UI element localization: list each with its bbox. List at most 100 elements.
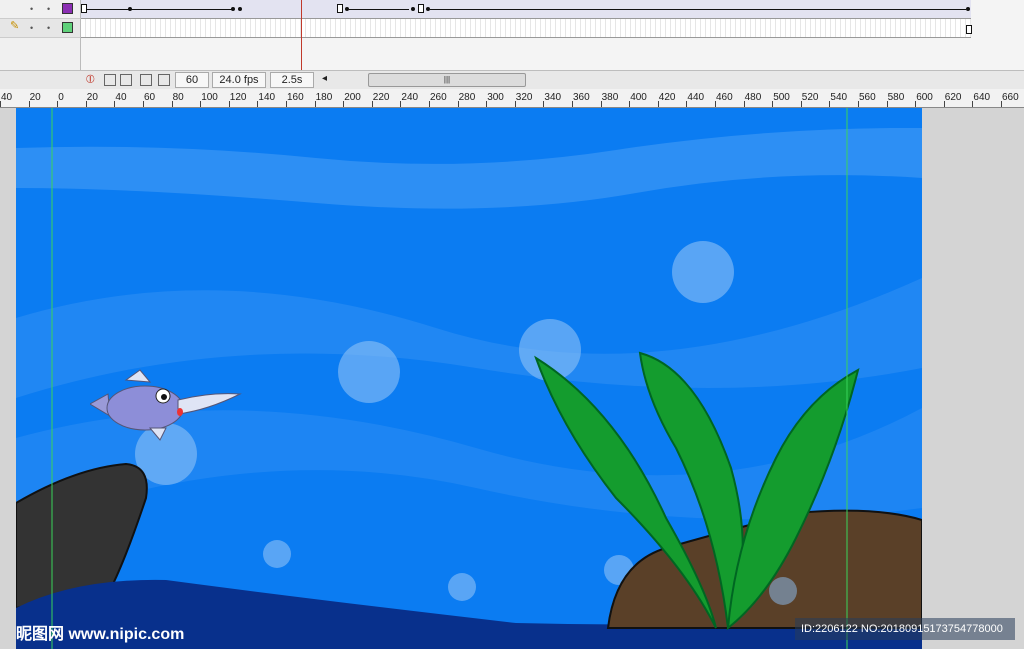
ruler-tick <box>829 101 831 107</box>
ruler-tick <box>228 101 230 107</box>
ruler-label: 40 <box>115 92 127 103</box>
ruler-label: 560 <box>859 92 876 103</box>
keyframe-icon <box>231 7 235 11</box>
ruler-label: 220 <box>372 92 390 103</box>
layer-row-1[interactable]: • • <box>0 0 80 19</box>
ruler-tick <box>886 101 888 107</box>
onion-markers-icon[interactable] <box>158 74 170 86</box>
keyframe-empty-icon <box>966 25 972 34</box>
ruler-tick <box>915 101 917 107</box>
ruler-label: 500 <box>773 92 790 103</box>
edit-frames-icon[interactable] <box>140 74 152 86</box>
playhead[interactable] <box>301 0 302 70</box>
ruler-tick <box>0 101 1 107</box>
ruler-label: 200 <box>344 92 361 103</box>
ruler-label: 600 <box>916 92 933 103</box>
current-frame-field[interactable]: 60 <box>175 72 209 88</box>
visibility-dot-icon[interactable]: • <box>30 5 33 14</box>
ruler-tick <box>657 101 659 107</box>
ruler-label: 320 <box>515 92 533 103</box>
ruler-tick <box>715 101 716 107</box>
ruler-label: 280 <box>458 92 476 103</box>
ruler-tick <box>200 101 202 107</box>
ruler-tick <box>57 101 59 107</box>
keyframe-icon <box>411 7 415 11</box>
ruler-tick <box>800 101 802 107</box>
ruler-tick <box>543 101 545 107</box>
keyframe-empty-icon <box>337 4 343 13</box>
horizontal-scrollbar[interactable]: ||| <box>368 73 526 87</box>
scroll-left-icon[interactable]: ◂ <box>322 73 327 84</box>
center-frame-icon[interactable]: ⦶ <box>86 72 95 87</box>
ruler-tick <box>257 101 259 107</box>
fish-character <box>90 369 242 441</box>
ruler-label: 640 <box>973 92 991 103</box>
layer-color-swatch[interactable] <box>62 3 73 14</box>
ruler-tick <box>858 101 859 107</box>
ruler-label: 120 <box>229 92 247 103</box>
layer-row-2[interactable]: ✎ • • <box>0 19 80 38</box>
lock-dot-icon[interactable]: • <box>47 24 50 33</box>
timeline-controls: ⦶ 60 24.0 fps 2.5s ◂ ||| <box>0 70 1024 89</box>
ruler-tick <box>28 101 30 107</box>
tween-line <box>430 9 966 10</box>
ruler-label: 580 <box>887 92 905 103</box>
ruler-label: 180 <box>315 92 333 103</box>
ruler-label: 20 <box>29 92 41 103</box>
visibility-dot-icon[interactable]: • <box>30 24 33 33</box>
keyframe-empty-icon <box>418 4 424 13</box>
ruler-label: 240 <box>401 92 419 103</box>
ruler-label: 260 <box>430 92 447 103</box>
stage-canvas[interactable] <box>16 108 922 649</box>
ruler-label: 620 <box>944 92 962 103</box>
elapsed-time-field[interactable]: 2.5s <box>270 72 314 88</box>
ruler-tick <box>85 101 87 107</box>
ruler-label: 80 <box>172 92 184 103</box>
ruler-label: 140 <box>258 92 276 103</box>
ruler-label: 540 <box>830 92 848 103</box>
ruler-label: 660 <box>1002 92 1019 103</box>
tween-line <box>87 9 232 10</box>
ruler-label: 360 <box>573 92 590 103</box>
frame-area[interactable] <box>81 0 1024 38</box>
ruler-label: 520 <box>801 92 819 103</box>
layer-color-swatch[interactable] <box>62 22 73 33</box>
keyframe-icon <box>966 7 970 11</box>
frame-row-2[interactable] <box>81 19 972 38</box>
ruler-label: 460 <box>716 92 733 103</box>
ruler-tick <box>514 101 516 107</box>
ruler-label: 160 <box>287 92 304 103</box>
ruler-tick <box>943 101 945 107</box>
ruler-tick <box>143 101 144 107</box>
ruler-tick <box>286 101 287 107</box>
ruler-tick <box>114 101 116 107</box>
ruler-tick <box>343 101 345 107</box>
ruler-tick <box>772 101 774 107</box>
layer-list: • • ✎ • • 🗑 <box>0 0 81 86</box>
fps-field[interactable]: 24.0 fps <box>212 72 266 88</box>
stage-ruler: 40 20 0 20 40 60 80 100 120 140 160 180 200 220 240 260… <box>0 89 1024 108</box>
onion-skin-icon[interactable] <box>104 74 116 86</box>
frame-row-1[interactable] <box>81 0 971 19</box>
ruler-label: 380 <box>601 92 619 103</box>
pencil-icon: ✎ <box>10 20 20 32</box>
ruler-tick <box>486 101 488 107</box>
ruler-label: 20 <box>86 92 98 103</box>
ruler-tick <box>686 101 688 107</box>
ruler-label: 440 <box>687 92 705 103</box>
ruler-tick <box>429 101 430 107</box>
ruler-label: 480 <box>744 92 762 103</box>
ruler-label: 300 <box>487 92 504 103</box>
ruler-label: 40 <box>1 92 13 103</box>
watermark-right: ID:2206122 NO:20180915173754778000 <box>795 618 1015 640</box>
ruler-tick <box>171 101 173 107</box>
ruler-tick <box>457 101 459 107</box>
ruler-label: 340 <box>544 92 562 103</box>
timeline-panel: • • ✎ • • 🗑 <box>0 0 1024 86</box>
ruler-label: 0 <box>58 92 64 103</box>
ruler-tick <box>629 101 631 107</box>
lock-dot-icon[interactable]: • <box>47 5 50 14</box>
keyframe-icon <box>128 7 132 11</box>
onion-outline-icon[interactable] <box>120 74 132 86</box>
ruler-tick <box>371 101 373 107</box>
